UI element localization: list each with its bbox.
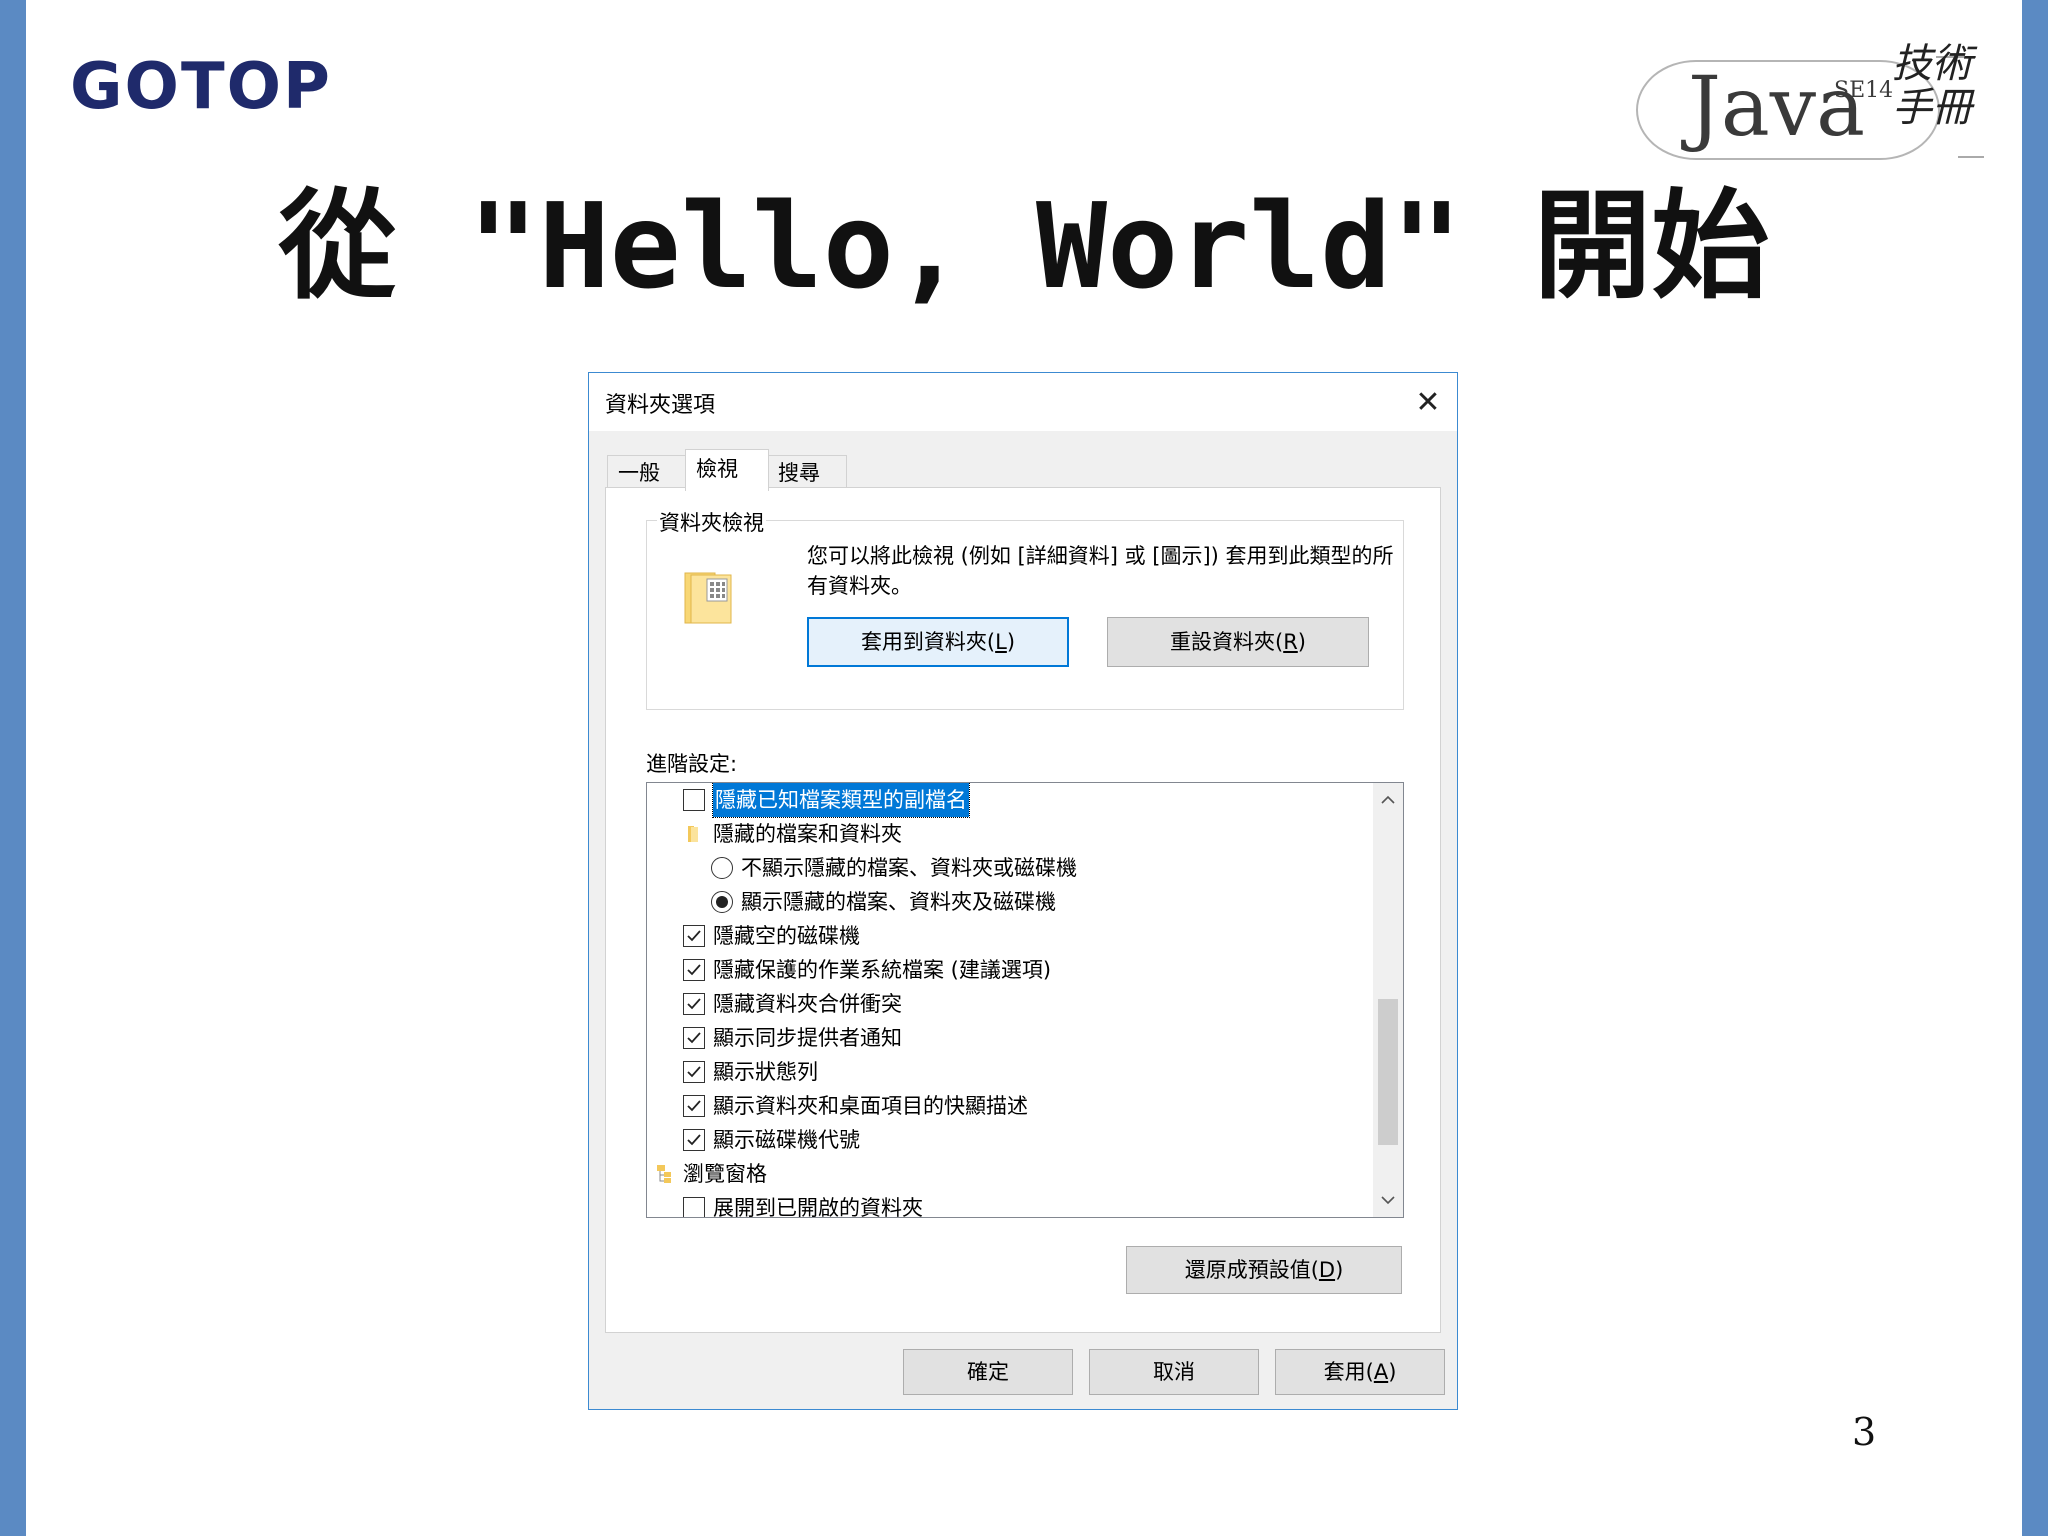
check-icon — [687, 1032, 701, 1044]
page-number: 3 — [1852, 1410, 1877, 1454]
tab-search[interactable]: 搜尋 — [767, 455, 847, 489]
tree-row-popup-descriptions[interactable]: 顯示資料夾和桌面項目的快顯描述 — [683, 1089, 1028, 1123]
tree-row-dont-show-hidden[interactable]: 不顯示隱藏的檔案、資料夾或磁碟機 — [711, 851, 1077, 885]
tree-row-status-bar[interactable]: 顯示狀態列 — [683, 1055, 818, 1089]
scroll-up-button[interactable] — [1373, 785, 1403, 815]
tree-row-show-hidden[interactable]: 顯示隱藏的檔案、資料夾及磁碟機 — [711, 885, 1056, 919]
tree-item-label: 隱藏空的磁碟機 — [713, 924, 860, 948]
tree-item-label: 隱藏保護的作業系統檔案 (建議選項) — [713, 958, 1052, 982]
checkbox[interactable] — [683, 1027, 705, 1049]
button-label: 還原成預設值( — [1184, 1258, 1319, 1282]
button-label-end: ) — [1297, 630, 1306, 654]
tree-item-label: 瀏覽窗格 — [683, 1162, 767, 1186]
checkbox[interactable] — [683, 959, 705, 981]
check-icon — [687, 998, 701, 1010]
checkbox[interactable] — [683, 1129, 705, 1151]
apply-button[interactable]: 套用(A) — [1275, 1349, 1445, 1395]
tree-row-hidden-files[interactable]: 隱藏的檔案和資料夾 — [683, 817, 902, 851]
restore-defaults-button[interactable]: 還原成預設值(D) — [1126, 1246, 1402, 1294]
button-label-end: ) — [1335, 1258, 1344, 1282]
java-logo-edition: SE14 — [1834, 78, 1894, 103]
java-logo-word: Java — [1688, 60, 1865, 155]
radio-button[interactable] — [711, 891, 733, 913]
tree-row-expand-open-folder[interactable]: 展開到已開啟的資料夾 — [683, 1191, 923, 1218]
folder-views-group: 資料夾檢視 您可以將此檢視 (例如 [詳細資料] 或 [圖示]) 套用到此類型的… — [646, 507, 1404, 710]
tree-item-label: 隱藏已知檔案類型的副檔名 — [712, 783, 970, 818]
tree-row-hide-extensions[interactable]: 隱藏已知檔案類型的副檔名 — [683, 783, 970, 818]
navigation-pane-icon — [657, 1165, 671, 1183]
folder-icon — [688, 826, 698, 842]
apply-to-folders-button[interactable]: 套用到資料夾(L) — [807, 617, 1069, 667]
tree-item-label: 顯示同步提供者通知 — [713, 1026, 902, 1050]
tree-item-label: 顯示狀態列 — [713, 1060, 818, 1084]
checkbox[interactable] — [683, 789, 705, 811]
access-key: R — [1283, 630, 1298, 654]
check-icon — [687, 930, 701, 942]
radio-button[interactable] — [711, 857, 733, 879]
close-icon: ✕ — [1415, 384, 1441, 420]
tree-item-label: 展開到已開啟的資料夾 — [713, 1196, 923, 1218]
tree-item-label: 隱藏資料夾合併衝突 — [713, 992, 902, 1016]
check-icon — [687, 1134, 701, 1146]
button-label-end: ) — [1006, 630, 1016, 654]
check-icon — [687, 1066, 701, 1078]
tree-row-navigation-pane[interactable]: 瀏覽窗格 — [655, 1157, 767, 1191]
tree-item-label: 隱藏的檔案和資料夾 — [713, 822, 902, 846]
folder-views-legend: 資料夾檢視 — [657, 507, 766, 537]
access-key: D — [1318, 1258, 1336, 1282]
folder-options-dialog: 資料夾選項 ✕ 一般 檢視 搜尋 資料夾檢視 您可以將此檢視 (例如 [詳細資料… — [588, 372, 1458, 1410]
close-button[interactable]: ✕ — [1399, 373, 1457, 431]
access-key: A — [1373, 1360, 1389, 1384]
dialog-title: 資料夾選項 — [605, 393, 716, 418]
access-key: L — [995, 630, 1007, 654]
tree-item-label: 顯示隱藏的檔案、資料夾及磁碟機 — [741, 890, 1056, 914]
advanced-settings-tree[interactable]: 隱藏已知檔案類型的副檔名 隱藏的檔案和資料夾 不顯示隱藏的檔案、資料夾或磁碟機 … — [646, 782, 1404, 1218]
checkbox[interactable] — [683, 993, 705, 1015]
tree-item-label: 顯示磁碟機代號 — [713, 1128, 860, 1152]
view-tab-panel: 資料夾檢視 您可以將此檢視 (例如 [詳細資料] 或 [圖示]) 套用到此類型的… — [605, 487, 1441, 1333]
tree-row-hide-os-files[interactable]: 隱藏保護的作業系統檔案 (建議選項) — [683, 953, 1051, 987]
slide-title: 從 "Hello, World" 開始 — [278, 177, 1770, 315]
radio-dot — [716, 896, 728, 908]
checkbox[interactable] — [683, 1095, 705, 1117]
dialog-titlebar: 資料夾選項 ✕ — [589, 373, 1457, 431]
gotop-logo: GOTOP — [70, 50, 332, 124]
tab-general[interactable]: 一般 — [607, 455, 687, 489]
button-label: 重設資料夾( — [1170, 630, 1284, 654]
tree-row-sync-notifications[interactable]: 顯示同步提供者通知 — [683, 1021, 902, 1055]
scroll-down-button[interactable] — [1373, 1185, 1403, 1215]
tab-view[interactable]: 檢視 — [685, 449, 769, 491]
button-label-end: ) — [1388, 1360, 1397, 1384]
tree-scrollbar[interactable] — [1373, 783, 1403, 1217]
tree-item-label: 不顯示隱藏的檔案、資料夾或磁碟機 — [741, 856, 1077, 880]
checkbox[interactable] — [683, 925, 705, 947]
button-label: 套用( — [1323, 1360, 1374, 1384]
tree-row-hide-empty-drives[interactable]: 隱藏空的磁碟機 — [683, 919, 860, 953]
scroll-thumb[interactable] — [1378, 999, 1398, 1145]
check-icon — [687, 964, 701, 976]
checkbox[interactable] — [683, 1061, 705, 1083]
button-label: 套用到資料夾( — [860, 630, 996, 654]
ok-button[interactable]: 確定 — [903, 1349, 1073, 1395]
chevron-down-icon — [1381, 1196, 1395, 1205]
chevron-up-icon — [1381, 795, 1395, 804]
reset-folders-button[interactable]: 重設資料夾(R) — [1107, 617, 1369, 667]
advanced-settings-label: 進階設定: — [646, 752, 738, 776]
folder-views-description: 您可以將此檢視 (例如 [詳細資料] 或 [圖示]) 套用到此類型的所有資料夾。 — [807, 544, 1394, 598]
cancel-button[interactable]: 取消 — [1089, 1349, 1259, 1395]
tree-row-hide-merge-conflicts[interactable]: 隱藏資料夾合併衝突 — [683, 987, 902, 1021]
folder-views-icon — [684, 572, 732, 624]
checkbox[interactable] — [683, 1197, 705, 1217]
java-logo: Java SE14 技術手冊 — [1636, 42, 1984, 162]
java-logo-handwritten: 技術手冊 — [1892, 41, 1972, 131]
check-icon — [687, 1100, 701, 1112]
tree-item-label: 顯示資料夾和桌面項目的快顯描述 — [713, 1094, 1028, 1118]
tree-row-drive-letters[interactable]: 顯示磁碟機代號 — [683, 1123, 860, 1157]
